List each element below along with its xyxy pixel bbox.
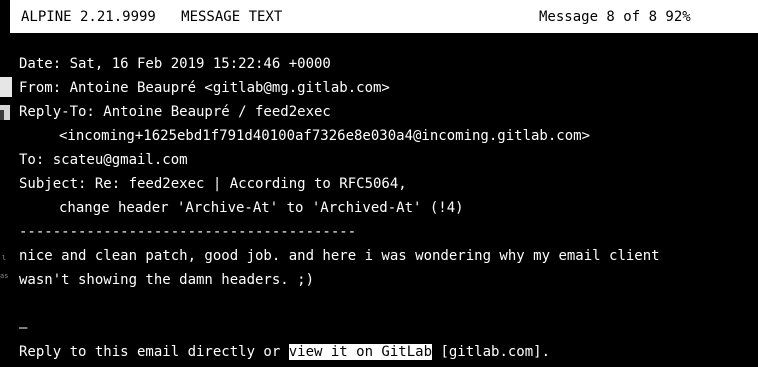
edge-fragment (0, 77, 12, 97)
header-date: Date: Sat, 16 Feb 2019 15:22:46 +0000 (19, 56, 331, 72)
app-title: ALPINE 2.21.9999 MESSAGE TEXT (21, 9, 283, 25)
header-subject: Subject: Re: feed2exec | According to RF… (19, 176, 407, 192)
header-to: To: scateu@gmail.com (19, 152, 188, 168)
title-bar: ALPINE 2.21.9999 MESSAGE TEXT Message 8 … (10, 0, 758, 33)
header-reply-to: Reply-To: Antoine Beaupré / feed2exec (19, 104, 331, 120)
body-line: wasn't showing the damn headers. ;) (19, 272, 315, 288)
left-edge-fragments: ι as (0, 33, 12, 367)
header-reply-to-address: <incoming+1625ebd1f791d40100af7326e8e030… (59, 128, 591, 144)
header-subject-continued: change header 'Archive-At' to 'Archived-… (59, 200, 464, 216)
footer-suffix: [gitlab.com]. (432, 344, 551, 360)
signature-dash: – (19, 320, 28, 336)
header-from: From: Antoine Beaupré <gitlab@mg.gitlab.… (19, 80, 390, 96)
body-line: nice and clean patch, good job. and here… (19, 248, 660, 264)
edge-fragment: as (0, 272, 9, 280)
gitlab-link[interactable]: view it on GitLab (288, 344, 433, 360)
message-position: Message 8 of 8 92% (539, 9, 691, 25)
footer-line: Reply to this email directly or view it … (19, 342, 550, 362)
edge-fragment: ι (1, 253, 7, 263)
footer-prefix: Reply to this email directly or (19, 344, 289, 360)
edge-fragment (0, 110, 4, 120)
separator-line: ---------------------------------------- (19, 224, 357, 240)
